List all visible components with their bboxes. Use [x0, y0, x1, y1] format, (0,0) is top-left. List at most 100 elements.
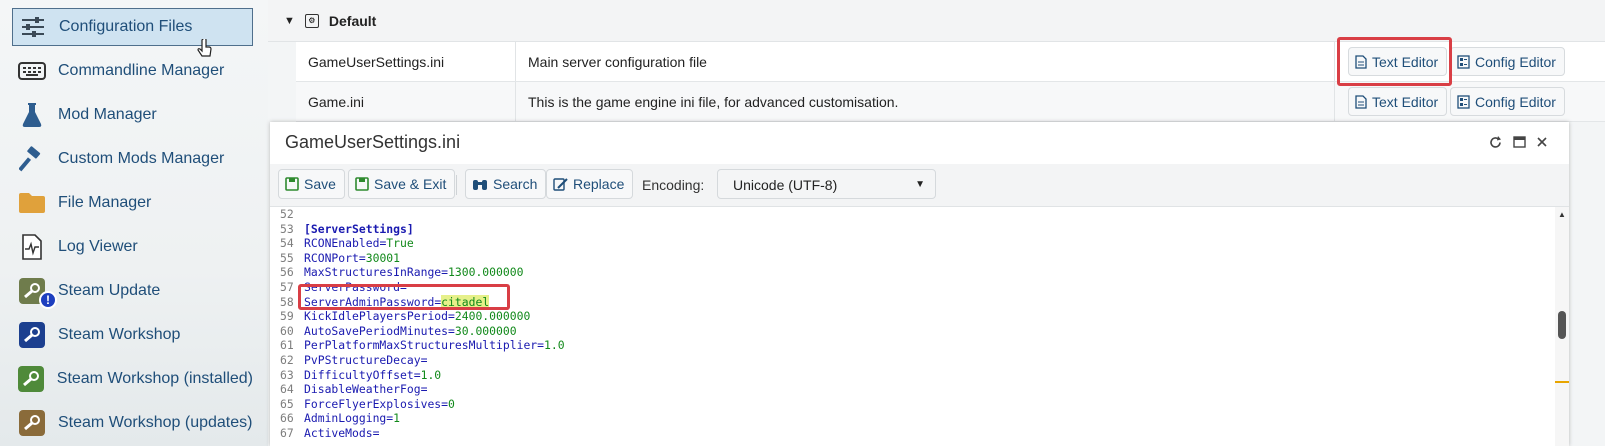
code-text: RCONEnabled=True — [304, 236, 414, 250]
steam-workshop-icon — [17, 320, 47, 350]
line-number: 61 — [280, 338, 294, 353]
line-number: 54 — [280, 236, 294, 251]
ini-equals: = — [420, 353, 428, 367]
document-icon — [1355, 94, 1367, 109]
alert-badge-icon: ! — [39, 291, 57, 309]
code-text: ForceFlyerExplosives=0 — [304, 397, 455, 411]
ini-key: KickIdlePlayersPeriod — [304, 309, 449, 324]
ini-key: RCONEnabled — [304, 236, 380, 251]
highlight-annotation-box — [298, 284, 510, 310]
config-editor-button[interactable]: Config Editor — [1450, 47, 1565, 76]
flask-icon — [17, 100, 47, 130]
config-editor-label: Config Editor — [1475, 53, 1556, 70]
code-text: DisableWeatherFog= — [304, 382, 427, 396]
ini-equals: = — [372, 426, 380, 440]
sidebar-item-label: Commandline Manager — [58, 62, 225, 79]
ini-value: 30.000000 — [454, 323, 517, 338]
sidebar-item-steam-workshop-installed[interactable]: Steam Workshop (installed) — [12, 360, 253, 398]
ini-value: 30001 — [365, 250, 401, 265]
code-text: AutoSavePeriodMinutes=30.000000 — [304, 324, 517, 338]
code-text: DifficultyOffset=1.0 — [304, 368, 441, 382]
config-editor-label: Config Editor — [1475, 93, 1556, 110]
sidebar-item-steam-update[interactable]: ! Steam Update — [12, 272, 253, 310]
config-form-icon — [1457, 94, 1470, 109]
save-exit-button[interactable]: Save & Exit — [348, 169, 456, 199]
sidebar-item-label: File Manager — [58, 194, 152, 211]
line-number: 67 — [280, 426, 294, 440]
close-icon[interactable] — [1534, 134, 1550, 150]
sidebar-item-file-manager[interactable]: File Manager — [12, 184, 253, 222]
code-text: KickIdlePlayersPeriod=2400.000000 — [304, 309, 530, 323]
chevron-down-icon: ▼ — [915, 179, 925, 190]
highlight-annotation-box — [1337, 37, 1452, 86]
save-button[interactable]: Save — [278, 169, 345, 199]
sidebar-item-label: Mod Manager — [58, 106, 157, 123]
sidebar-item-custom-mods-manager[interactable]: Custom Mods Manager — [12, 140, 253, 178]
sidebar-item-configuration-files[interactable]: Configuration Files — [12, 8, 253, 57]
save-label: Save — [304, 176, 336, 192]
config-group-label: Default — [328, 12, 377, 29]
config-editor-button[interactable]: Config Editor — [1450, 87, 1565, 116]
line-number: 53 — [280, 221, 294, 236]
line-number: 59 — [280, 309, 294, 324]
ini-value: 1.0 — [420, 367, 442, 382]
ini-value: 0 — [448, 396, 455, 411]
sidebar-item-label: Steam Update — [58, 282, 161, 299]
editor-toolbar: Save Save & Exit Search Replace Encoding… — [270, 164, 1569, 207]
code-text: PvPStructureDecay= — [304, 353, 427, 367]
search-label: Search — [493, 176, 538, 192]
ini-equals: = — [537, 338, 545, 353]
config-group-header[interactable]: ▼ ⚙ Default — [268, 0, 1605, 42]
encoding-value: Unicode (UTF-8) — [733, 177, 838, 193]
refresh-icon[interactable] — [1487, 134, 1503, 150]
sidebar-item-commandline-manager[interactable]: Commandline Manager — [12, 52, 253, 90]
ini-value: 1300.000000 — [448, 265, 524, 280]
code-text: [ServerSettings] — [304, 222, 414, 236]
editor-title: GameUserSettings.ini — [285, 132, 461, 152]
line-number: 64 — [280, 382, 294, 397]
ini-value: 1 — [393, 411, 401, 426]
sidebar-item-log-viewer[interactable]: Log Viewer — [12, 228, 253, 266]
code-text: AdminLogging=1 — [304, 411, 400, 425]
ini-equals: = — [441, 396, 449, 411]
sidebar-item-steam-workshop[interactable]: Steam Workshop — [12, 316, 253, 354]
sidebar-item-label: Custom Mods Manager — [58, 150, 225, 167]
sidebar: Configuration Files Commandline Manager … — [0, 0, 268, 446]
ini-key: MaxStructuresInRange — [304, 265, 442, 280]
line-number: 62 — [280, 353, 294, 367]
text-editor-button[interactable]: Text Editor — [1348, 87, 1448, 116]
line-number: 60 — [280, 323, 294, 338]
ini-key: PvPStructureDecay — [304, 353, 421, 367]
code-text: ActiveMods= — [304, 426, 379, 440]
config-file-description: This is the game engine ini file, for ad… — [528, 94, 899, 110]
scroll-up-arrow-icon[interactable]: ▲ — [1558, 210, 1566, 219]
save-exit-label: Save & Exit — [374, 176, 447, 192]
line-number: 52 — [280, 207, 294, 221]
steam-update-icon: ! — [17, 276, 57, 309]
ini-key: ActiveMods — [304, 426, 373, 440]
ini-key: PerPlatformMaxStructuresMultiplier — [304, 338, 538, 353]
sidebar-item-steam-workshop-updates[interactable]: Steam Workshop (updates) — [12, 404, 253, 442]
scroll-thumb[interactable] — [1558, 311, 1566, 339]
code-editor[interactable]: 52 53 [ServerSettings] 54 RCONEnabled=True 55… — [270, 207, 1555, 446]
column-divider — [1334, 42, 1335, 81]
config-file-description: Main server configuration file — [528, 54, 707, 70]
search-button[interactable]: Search — [465, 169, 547, 199]
vertical-scrollbar[interactable]: ▲ — [1555, 207, 1569, 446]
ini-equals: = — [448, 309, 455, 324]
save-icon — [285, 177, 299, 191]
ini-key: DisableWeatherFog — [304, 382, 421, 397]
replace-button[interactable]: Replace — [546, 169, 634, 199]
ini-key: ForceFlyerExplosives — [304, 396, 442, 411]
sidebar-item-label: Configuration Files — [59, 18, 193, 35]
replace-icon — [553, 177, 568, 191]
line-number: 58 — [280, 294, 294, 309]
ini-value: True — [386, 236, 414, 251]
encoding-label: Encoding: — [642, 177, 705, 193]
sidebar-item-mod-manager[interactable]: Mod Manager — [12, 96, 253, 134]
maximize-icon[interactable] — [1511, 134, 1527, 150]
encoding-select[interactable]: Unicode (UTF-8) ▼ — [717, 169, 936, 199]
ini-equals: = — [448, 323, 455, 338]
collapse-arrow-icon[interactable]: ▼ — [284, 15, 295, 27]
sidebar-item-label: Steam Workshop (updates) — [58, 414, 253, 431]
